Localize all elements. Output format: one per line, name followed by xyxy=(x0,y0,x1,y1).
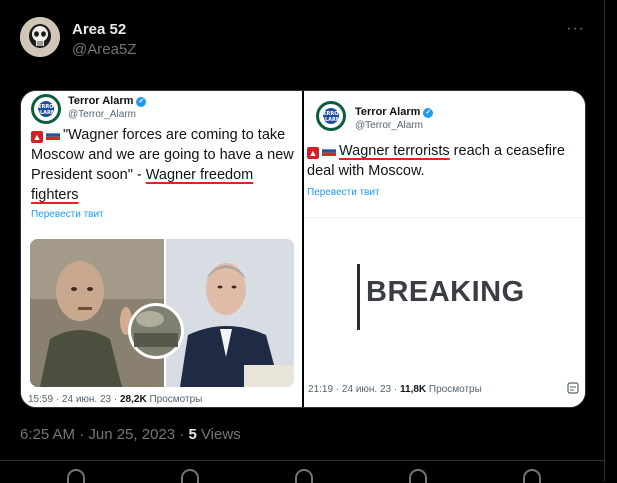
russia-flag-icon xyxy=(322,146,336,156)
more-options-icon[interactable]: ··· xyxy=(566,20,585,38)
left-tweet-text: ▲ "Wagner forces are coming to take Mosco… xyxy=(31,127,294,203)
news-photo-illustration xyxy=(30,239,294,387)
right-translate-link[interactable]: Перевести твит xyxy=(307,187,380,198)
tweet-detail: Area 52 @Area5Z ··· TERROR ALARM Terror … xyxy=(0,0,605,483)
tweet-photo xyxy=(30,239,294,387)
left-account-name: Terror Alarm ✓ xyxy=(68,95,147,107)
author-name[interactable]: Area 52 xyxy=(72,21,126,38)
author-handle[interactable]: @Area5Z xyxy=(72,41,136,58)
note-icon xyxy=(567,382,579,394)
view-count: 5 xyxy=(188,426,197,443)
right-tweet-text: ▲ Wagner terrorists reach a ceasefire dea… xyxy=(307,143,565,179)
right-underlined-phrase: Wagner terrorists xyxy=(339,143,450,159)
alarm-light-icon: ▲ xyxy=(307,147,319,159)
russia-flag-icon xyxy=(46,130,60,140)
right-account-name: Terror Alarm ✓ xyxy=(355,106,434,118)
left-account-handle: @Terror_Alarm xyxy=(68,109,136,120)
verified-icon: ✓ xyxy=(136,97,147,107)
action-bar xyxy=(0,460,605,483)
right-tweet-meta: 21:19 · 24 июн. 23 · 11,8K Просмотры xyxy=(308,384,482,395)
left-screenshot: TERROR ALARM Terror Alarm ✓ @Terror_Alarm… xyxy=(21,91,302,407)
skull-avatar-icon xyxy=(20,17,60,57)
breaking-bar xyxy=(357,264,360,330)
left-tweet-meta: 15:59 · 24 июн. 23 · 28,2K Просмотры xyxy=(28,394,203,405)
terror-alarm-logo: TERROR ALARM xyxy=(31,94,61,124)
right-account-handle: @Terror_Alarm xyxy=(355,120,423,131)
verified-icon: ✓ xyxy=(423,108,434,118)
tweet-media[interactable]: TERROR ALARM Terror Alarm ✓ @Terror_Alarm… xyxy=(20,90,586,408)
left-translate-link[interactable]: Перевести твит xyxy=(31,209,104,220)
alarm-light-icon: ▲ xyxy=(31,131,43,143)
terror-alarm-logo: TERROR ALARM xyxy=(316,101,346,131)
avatar[interactable] xyxy=(20,17,60,57)
right-screenshot: TERROR ALARM Terror Alarm ✓ @Terror_Alarm… xyxy=(304,91,585,407)
breaking-card: BREAKING xyxy=(304,217,585,368)
breaking-label: BREAKING xyxy=(366,276,525,308)
tweet-timestamp: 6:25 AM · Jun 25, 2023 · 5 Views xyxy=(20,426,241,443)
